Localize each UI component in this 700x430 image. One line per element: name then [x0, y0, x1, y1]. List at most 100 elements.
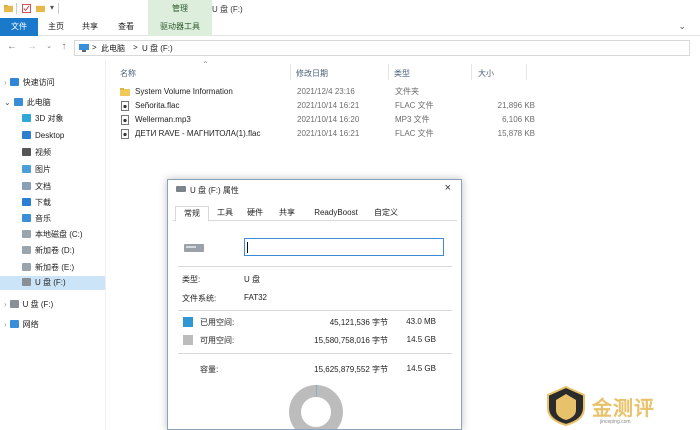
file-row[interactable]: Señorita.flac 2021/10/14 16:21 FLAC 文件 2… — [120, 99, 540, 113]
usb-drive-icon — [176, 186, 186, 192]
text-cursor — [247, 242, 248, 253]
navigation-pane: › 快速访问 ⌄ 此电脑 3D 对象 Desktop 视频 图片 文档 下载 音乐 … — [0, 60, 106, 430]
nav-3d-objects[interactable]: 3D 对象 — [22, 112, 63, 126]
back-arrow-icon[interactable]: ← — [6, 40, 18, 54]
divider — [178, 266, 452, 267]
picture-icon — [22, 165, 31, 173]
file-name: System Volume Information — [135, 87, 233, 96]
qat-dropdown-icon[interactable]: ▾ — [50, 3, 54, 12]
usb-drive-icon — [184, 244, 204, 252]
properties-dialog: U 盘 (F:) 属性 × 常规 工具 硬件 共享 ReadyBoost 自定义… — [167, 179, 462, 430]
forward-arrow-icon[interactable]: → — [26, 40, 38, 54]
tab-sharing[interactable]: 共享 — [273, 206, 301, 221]
column-header-modified[interactable]: 修改日期 — [296, 68, 328, 79]
manage-context-tab[interactable]: 管理 — [148, 0, 212, 18]
column-divider[interactable] — [290, 64, 291, 80]
tab-general[interactable]: 常规 — [175, 206, 209, 222]
nav-desktop[interactable]: Desktop — [22, 129, 64, 143]
expand-ribbon-icon[interactable]: ⌄ — [678, 21, 686, 32]
file-modified: 2021/10/14 16:20 — [297, 115, 360, 124]
tab-readyboost[interactable]: ReadyBoost — [305, 206, 367, 221]
nav-label: 本地磁盘 (C:) — [35, 230, 83, 239]
tab-drive-tools[interactable]: 驱动器工具 — [148, 18, 212, 36]
column-divider[interactable] — [526, 64, 527, 80]
file-row[interactable]: ДЕТИ RAVE - МАГНИТОЛА(1).flac 2021/10/14… — [120, 127, 540, 141]
tab-tools[interactable]: 工具 — [211, 206, 239, 221]
file-row[interactable]: System Volume Information 2021/12/4 23:1… — [120, 85, 540, 99]
file-size: 21,896 KB — [497, 101, 535, 110]
nav-label: 图片 — [35, 165, 51, 174]
volume-name-input[interactable] — [244, 238, 444, 256]
nav-usb-drive-f[interactable]: › U 盘 (F:) — [4, 298, 53, 312]
file-modified: 2021/10/14 16:21 — [297, 101, 360, 110]
chevron-right-icon[interactable]: › — [4, 300, 7, 309]
divider — [16, 3, 17, 14]
usb-drive-icon — [9, 300, 19, 308]
column-divider[interactable] — [471, 64, 472, 80]
up-arrow-icon[interactable]: ↑ — [58, 40, 70, 54]
file-type: 文件夹 — [395, 87, 419, 96]
type-value: U 盘 — [244, 275, 260, 284]
filesystem-value: FAT32 — [244, 293, 267, 302]
nav-music[interactable]: 音乐 — [22, 212, 51, 226]
divider — [58, 3, 59, 14]
nav-drive-e[interactable]: 新加卷 (E:) — [22, 261, 74, 275]
nav-documents[interactable]: 文档 — [22, 180, 51, 194]
filesystem-label: 文件系统: — [182, 294, 217, 303]
nav-drive-d[interactable]: 新加卷 (D:) — [22, 244, 75, 258]
nav-pictures[interactable]: 图片 — [22, 163, 51, 177]
tab-view[interactable]: 查看 — [108, 18, 144, 36]
tab-file[interactable]: 文件 — [0, 18, 38, 36]
file-row[interactable]: Wellerman.mp3 2021/10/14 16:20 MP3 文件 6,… — [120, 113, 540, 127]
file-size: 15,878 KB — [497, 129, 535, 138]
free-space-bytes: 15,580,758,016 字节 — [314, 336, 388, 345]
tab-hardware[interactable]: 硬件 — [241, 206, 269, 221]
nav-label: 新加卷 (E:) — [35, 263, 75, 272]
file-name: Wellerman.mp3 — [135, 115, 191, 124]
file-size: 6,106 KB — [502, 115, 535, 124]
column-header-type[interactable]: 类型 — [394, 68, 410, 79]
tab-customize[interactable]: 自定义 — [369, 206, 403, 221]
type-label: 类型: — [182, 275, 201, 284]
folder-icon — [4, 4, 13, 13]
used-space-label: 已用空间: — [200, 318, 235, 327]
window-title: U 盘 (F:) — [212, 5, 243, 14]
breadcrumb-this-pc[interactable]: 此电脑 — [101, 43, 125, 54]
watermark-subtext: jinceping.com — [600, 419, 631, 425]
nav-label: Desktop — [35, 131, 65, 140]
new-folder-icon[interactable] — [36, 4, 45, 13]
nav-label: 此电脑 — [26, 98, 51, 107]
nav-quick-access[interactable]: › 快速访问 — [4, 76, 55, 90]
drive-icon — [22, 263, 31, 271]
breadcrumb-usb-drive[interactable]: U 盘 (F:) — [142, 43, 173, 54]
nav-label: 快速访问 — [22, 78, 55, 87]
dialog-tab-bar: 常规 工具 硬件 共享 ReadyBoost 自定义 — [173, 206, 457, 222]
download-icon — [22, 198, 31, 206]
nav-drive-c[interactable]: 本地磁盘 (C:) — [22, 228, 83, 242]
chevron-down-icon[interactable]: ⌄ — [4, 98, 11, 107]
nav-this-pc[interactable]: ⌄ 此电脑 — [4, 96, 51, 110]
nav-label: 3D 对象 — [35, 114, 64, 123]
disk-usage-ring — [289, 385, 343, 429]
usb-drive-icon — [22, 278, 31, 286]
nav-label: 新加卷 (D:) — [35, 246, 75, 255]
close-icon[interactable]: × — [445, 182, 451, 194]
column-header-size[interactable]: 大小 — [478, 68, 494, 79]
nav-videos[interactable]: 视频 — [22, 146, 51, 160]
used-space-bytes: 45,121,536 字节 — [329, 318, 388, 327]
address-field[interactable]: > 此电脑 > U 盘 (F:) — [74, 40, 690, 56]
recent-dropdown-icon[interactable]: ⌄ — [43, 40, 55, 54]
tab-share[interactable]: 共享 — [74, 18, 106, 36]
tab-home[interactable]: 主页 — [40, 18, 72, 36]
nav-downloads[interactable]: 下载 — [22, 196, 51, 210]
column-header-name[interactable]: 名称 — [120, 68, 136, 79]
divider — [178, 310, 452, 311]
free-space-swatch — [183, 335, 193, 345]
nav-usb-drive-f-selected[interactable]: U 盘 (F:) — [0, 276, 105, 290]
checkbox-properties-icon[interactable] — [22, 4, 31, 13]
address-separator: > — [92, 43, 97, 52]
nav-network[interactable]: › 网络 — [4, 318, 39, 332]
chevron-right-icon[interactable]: › — [4, 78, 7, 87]
column-divider[interactable] — [388, 64, 389, 80]
chevron-right-icon[interactable]: › — [4, 320, 7, 329]
